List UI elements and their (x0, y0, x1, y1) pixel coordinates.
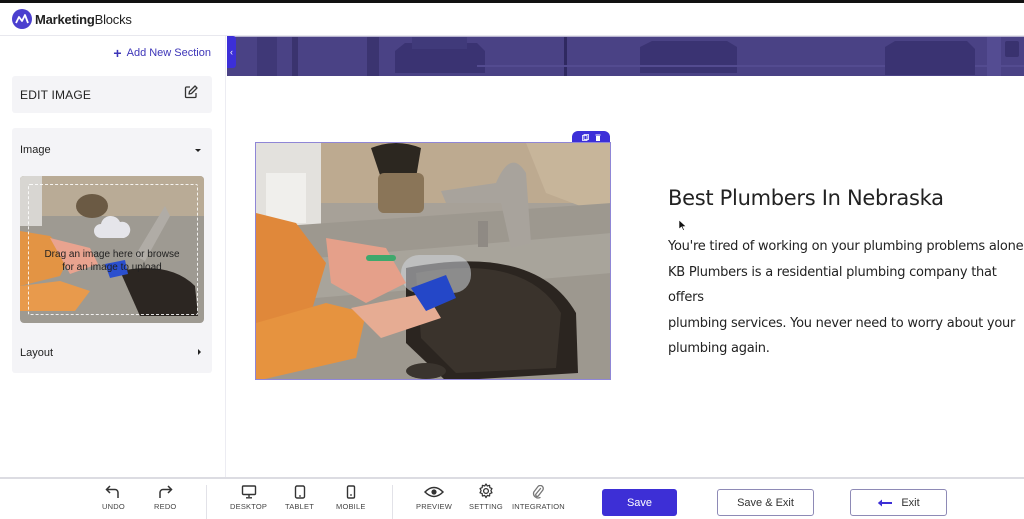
preview-button[interactable]: PREVIEW (416, 485, 452, 511)
eye-icon (424, 486, 444, 498)
exit-button[interactable]: Exit (850, 489, 947, 516)
editor-toolbar: UNDO REDO DESKTOP TABLET MOBILE PREVIEW … (0, 477, 1024, 519)
desktop-icon (241, 485, 256, 499)
redo-button[interactable]: REDO (154, 485, 176, 511)
brand-name[interactable]: MarketingBlocks (35, 12, 132, 27)
image-settings-panel: Image Drag an image here or browse for a… (12, 128, 212, 373)
logo-icon (12, 9, 32, 29)
mobile-icon (346, 485, 355, 499)
edit-icon[interactable] (184, 85, 198, 104)
exit-label: Exit (901, 496, 920, 509)
desktop-view-button[interactable]: DESKTOP (230, 485, 267, 511)
paperclip-icon (533, 485, 545, 499)
tablet-icon (294, 485, 305, 499)
body-line: You're tired of working on your plumbing… (668, 239, 1024, 254)
caret-right-icon (197, 347, 202, 359)
integration-button[interactable]: INTEGRATION (512, 485, 565, 511)
arrow-left-icon (878, 499, 893, 506)
brand-light: Blocks (94, 11, 132, 27)
tablet-label: TABLET (285, 502, 314, 511)
redo-label: REDO (154, 502, 177, 511)
section-headline[interactable]: Best Plumbers In Nebraska (668, 186, 944, 210)
plus-icon: + (113, 45, 122, 61)
toolbar-divider (206, 485, 207, 519)
desktop-label: DESKTOP (230, 502, 268, 511)
preview-label: PREVIEW (416, 502, 452, 511)
editor-sidebar: + Add New Section EDIT IMAGE Image Drag … (0, 36, 226, 477)
chevron-left-icon: ‹ (230, 47, 233, 57)
header-banner-section[interactable] (227, 36, 1024, 76)
undo-button[interactable]: UNDO (102, 485, 125, 511)
redo-icon (159, 485, 173, 498)
collapse-sidebar-button[interactable]: ‹ (227, 36, 236, 68)
image-upload-dropzone[interactable]: Drag an image here or browse for an imag… (20, 176, 204, 323)
accordion-layout[interactable]: Layout (20, 347, 202, 359)
edit-image-title: EDIT IMAGE (20, 87, 92, 102)
add-new-section-button[interactable]: + Add New Section (113, 46, 211, 60)
tablet-view-button[interactable]: TABLET (285, 485, 314, 511)
body-line: KB Plumbers is a residential plumbing co… (668, 264, 997, 306)
gear-icon (479, 483, 493, 499)
banner-background-image (227, 37, 1024, 76)
top-bar: MarketingBlocks (0, 0, 1024, 36)
setting-label: SETTING (469, 502, 503, 511)
brand-bold: Marketing (35, 11, 95, 27)
upload-instructions: Drag an image here or browse for an imag… (20, 248, 204, 274)
setting-button[interactable]: SETTING (469, 483, 503, 511)
integration-label: INTEGRATION (512, 502, 565, 511)
add-new-section-label: Add New Section (126, 47, 211, 59)
section-body-text[interactable]: You're tired of working on your plumbing… (668, 234, 1024, 362)
save-button[interactable]: Save (602, 489, 677, 516)
upload-instructions-line1: Drag an image here or browse (44, 249, 180, 260)
undo-icon (105, 485, 120, 498)
mobile-label: MOBILE (336, 502, 366, 511)
mobile-view-button[interactable]: MOBILE (336, 485, 366, 511)
upload-instructions-line2: for an image to upload (62, 262, 162, 273)
body-line: plumbing services. You never need to wor… (668, 315, 1016, 331)
accordion-image[interactable]: Image (20, 144, 202, 156)
cloud-upload-icon (92, 214, 132, 240)
accordion-layout-label: Layout (20, 347, 54, 359)
body-line: plumbing again. (668, 341, 770, 356)
page-canvas: ‹ Best Plumbers In Nebraska You're tired… (227, 36, 1024, 477)
save-label: Save (626, 496, 653, 509)
kitchen-sink-photo (256, 143, 610, 379)
save-and-exit-button[interactable]: Save & Exit (717, 489, 814, 516)
accordion-image-label: Image (20, 144, 51, 156)
save-and-exit-label: Save & Exit (737, 496, 794, 509)
image-toolbar (572, 131, 610, 142)
selected-image-element[interactable] (255, 142, 611, 380)
caret-down-icon (194, 144, 202, 156)
edit-image-header: EDIT IMAGE (12, 76, 212, 113)
toolbar-divider (392, 485, 393, 519)
undo-label: UNDO (102, 502, 125, 511)
